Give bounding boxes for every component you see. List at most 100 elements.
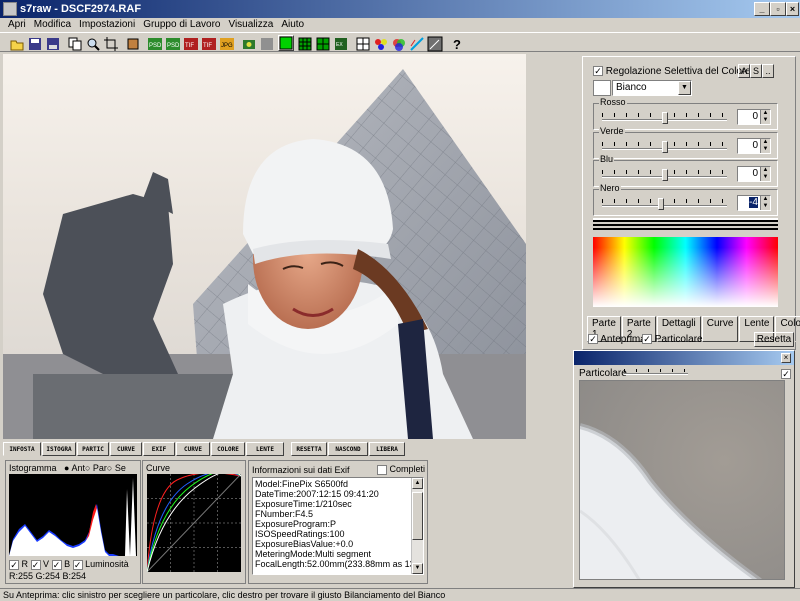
color-wheel-icon[interactable] bbox=[390, 35, 406, 51]
exif-scrollbar[interactable]: ▲ ▼ bbox=[411, 478, 423, 574]
slider-thumb[interactable] bbox=[661, 169, 668, 181]
gray-box-icon[interactable] bbox=[258, 35, 274, 51]
tab-resetta[interactable]: RESETTA bbox=[291, 442, 327, 456]
slider-label: Nero bbox=[599, 183, 621, 193]
window-title: s7raw - DSCF2974.RAF bbox=[20, 3, 142, 15]
tab-exif[interactable]: EXIF bbox=[143, 442, 175, 456]
psd-icon[interactable]: PSD bbox=[146, 35, 162, 51]
exif-panel: Informazioni sui dati Exif Completi Mode… bbox=[248, 460, 428, 584]
more-button[interactable]: .. bbox=[762, 64, 774, 78]
slider-label: Verde bbox=[599, 126, 625, 136]
green-box-icon[interactable] bbox=[278, 35, 294, 51]
menu-gruppo[interactable]: Gruppo di Lavoro bbox=[139, 18, 224, 32]
detail-label: Particolare bbox=[579, 368, 627, 379]
grid-icon[interactable] bbox=[296, 35, 312, 51]
palette-icon[interactable] bbox=[372, 35, 388, 51]
psd2-icon[interactable]: PSD bbox=[164, 35, 180, 51]
slider-thumb[interactable] bbox=[661, 112, 668, 124]
close-button[interactable]: × bbox=[786, 2, 799, 16]
minimize-button[interactable]: _ bbox=[754, 2, 770, 16]
detail-checkbox-right[interactable]: ✓ bbox=[781, 368, 791, 380]
tab-nascond[interactable]: NASCOND bbox=[328, 442, 368, 456]
detail-checkbox[interactable]: ✓ Particolare bbox=[642, 334, 703, 345]
tab-curve[interactable]: CURVE bbox=[110, 442, 142, 456]
slider-label: Blu bbox=[599, 154, 615, 164]
preview-checkbox[interactable]: ✓ Anteprima bbox=[588, 334, 646, 345]
verde-value[interactable]: 0 ▲ ▼ bbox=[737, 138, 771, 154]
histogram-panel: Istogramma ● Ant○ Par○ Se ✓ R ✓ V ✓ B ✓ … bbox=[5, 460, 141, 584]
menu-aiuto[interactable]: Aiuto bbox=[277, 18, 308, 32]
histogram-mode-radios[interactable]: ● Ant○ Par○ Se bbox=[64, 463, 126, 473]
exif-list[interactable]: Model:FinePix S6500fd DateTime:2007:12:1… bbox=[252, 477, 424, 575]
exif-line: Model:FinePix S6500fd bbox=[255, 479, 349, 489]
color-select[interactable]: Bianco ▼ bbox=[612, 80, 692, 96]
tiff-icon[interactable]: TIF bbox=[182, 35, 198, 51]
photo-preview[interactable] bbox=[3, 54, 526, 439]
jpg-icon[interactable]: JPG bbox=[218, 35, 234, 51]
detail-zoom-track[interactable] bbox=[624, 373, 688, 375]
help-icon[interactable]: ? bbox=[448, 35, 464, 52]
menu-visualizza[interactable]: Visualizza bbox=[224, 18, 277, 32]
svg-text:PSD: PSD bbox=[167, 43, 180, 49]
slider-thumb[interactable] bbox=[661, 141, 668, 153]
histogram-graph bbox=[9, 474, 137, 556]
tone-strip bbox=[593, 218, 778, 232]
bottom-tabbar: INFOSTA ISTOGRA PARTIC CURVE EXIF CURVE … bbox=[3, 442, 570, 458]
menu-modifica[interactable]: Modifica bbox=[30, 18, 75, 32]
layers-icon[interactable] bbox=[124, 35, 140, 51]
histogram-channel-checks[interactable]: ✓ R ✓ V ✓ B ✓ Luminosità bbox=[9, 559, 129, 570]
tab-infosta[interactable]: INFOSTA bbox=[3, 442, 41, 456]
grid2-icon[interactable] bbox=[314, 35, 330, 51]
tiff2-icon[interactable]: TIF bbox=[200, 35, 216, 51]
histogram-icon[interactable] bbox=[426, 35, 443, 52]
exif-line: ExposureTime:1/210sec bbox=[255, 499, 352, 509]
rosso-value[interactable]: 0 ▲ ▼ bbox=[737, 109, 771, 125]
layout-icon[interactable] bbox=[354, 35, 370, 51]
save-icon[interactable] bbox=[26, 35, 42, 51]
copy-icon[interactable] bbox=[66, 35, 82, 51]
color-spectrum[interactable] bbox=[593, 237, 778, 307]
curve-graph[interactable] bbox=[146, 470, 242, 573]
tab-partic[interactable]: PARTIC bbox=[77, 442, 109, 456]
exif-line: ExposureBiasValue:+0.0 bbox=[255, 539, 354, 549]
chevron-down-icon[interactable]: ▼ bbox=[678, 81, 691, 95]
tab-istogra[interactable]: ISTOGRA bbox=[42, 442, 76, 456]
selective-color-checkbox[interactable]: ✓ Regolazione Selettiva del Colore bbox=[593, 66, 751, 77]
color-swatch bbox=[593, 80, 611, 96]
detail-close-icon[interactable]: × bbox=[781, 353, 791, 363]
menu-apri[interactable]: Apri bbox=[4, 18, 30, 32]
detail-zoom-view[interactable] bbox=[579, 380, 785, 580]
detail-title-bar[interactable]: × bbox=[574, 351, 794, 365]
svg-text:EX: EX bbox=[336, 42, 343, 48]
menu-impostazioni[interactable]: Impostazioni bbox=[75, 18, 139, 32]
exif-complete-checkbox[interactable]: Completi bbox=[377, 464, 425, 475]
tab-libera[interactable]: LIBERA bbox=[369, 442, 405, 456]
a-button[interactable]: A bbox=[738, 64, 750, 78]
crop-icon[interactable] bbox=[102, 35, 118, 51]
s-button[interactable]: S bbox=[750, 64, 762, 78]
zoom-icon[interactable] bbox=[84, 35, 100, 51]
curves-icon[interactable] bbox=[408, 35, 424, 51]
reset-button[interactable]: Resetta bbox=[754, 332, 794, 347]
maximize-button[interactable]: ▫ bbox=[770, 2, 786, 16]
slider-thumb[interactable] bbox=[657, 198, 664, 210]
exif-label: Informazioni sui dati Exif bbox=[252, 465, 350, 475]
exif-line: FNumber:F4.5 bbox=[255, 509, 314, 519]
tab-colore[interactable]: COLORE bbox=[211, 442, 245, 456]
save-as-icon[interactable] bbox=[44, 35, 60, 51]
svg-text:?: ? bbox=[453, 37, 461, 52]
slider-blu: Blu 0 ▲ ▼ bbox=[593, 154, 778, 187]
title-bar: s7raw - DSCF2974.RAF _ ▫ × bbox=[0, 0, 800, 18]
tab-curve-right[interactable]: Curve bbox=[701, 316, 739, 342]
tab-lente[interactable]: LENTE bbox=[246, 442, 284, 456]
menu-bar: Apri Modifica Impostazioni Gruppo di Lav… bbox=[0, 18, 800, 32]
slider-nero: Nero -4 ▲ ▼ bbox=[593, 183, 778, 216]
histogram-label: Istogramma bbox=[9, 463, 57, 473]
tab-curve-2[interactable]: CURVE bbox=[176, 442, 210, 456]
blu-value[interactable]: 0 ▲ ▼ bbox=[737, 166, 771, 182]
camera-icon[interactable] bbox=[240, 35, 256, 51]
nero-value[interactable]: -4 ▲ ▼ bbox=[737, 195, 771, 211]
exif-icon[interactable]: EX bbox=[332, 35, 348, 51]
open-icon[interactable] bbox=[8, 35, 24, 51]
svg-text:PSD: PSD bbox=[149, 43, 162, 49]
